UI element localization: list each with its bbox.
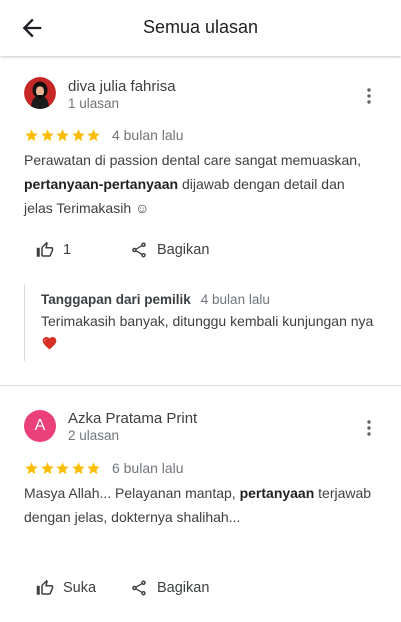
review-actions: 1	[36, 238, 71, 262]
author-name[interactable]: Azka Pratama Print	[68, 410, 197, 427]
review-text-highlight: pertanyaan-pertanyaan	[24, 176, 179, 192]
owner-reply-message: Terimakasih banyak, ditunggu kembali kun…	[41, 313, 374, 329]
like-button[interactable]: 1	[36, 241, 71, 259]
review-time: 6 bulan lalu	[111, 460, 184, 476]
page-title: Semua ulasan	[142, 17, 259, 37]
star-icon	[25, 461, 38, 474]
review-text: Perawatan di passion dental care sangat …	[24, 148, 374, 220]
star-icon	[87, 461, 101, 474]
rating-row: 6 bulan lalu	[24, 459, 184, 477]
star-icon	[40, 128, 54, 141]
author-name[interactable]: diva julia fahrisa	[68, 78, 176, 95]
heart-icon	[42, 337, 57, 350]
star-icon	[87, 128, 101, 141]
review-time: 4 bulan lalu	[111, 127, 184, 143]
star-icon	[72, 128, 85, 141]
thumb-up-icon	[36, 579, 54, 595]
more-options-button[interactable]	[360, 85, 378, 107]
author-review-count: 1 ulasan	[68, 96, 120, 111]
avatar[interactable]	[24, 77, 56, 109]
review-text: Masya Allah... Pelayanan mantap, pertany…	[24, 481, 374, 529]
more-vert-icon	[367, 420, 371, 436]
star-icon	[25, 128, 38, 141]
more-vert-icon	[367, 88, 371, 104]
star-icon	[72, 461, 85, 474]
review-text-part: Perawatan di passion dental care sangat …	[24, 152, 361, 168]
thumb-up-icon	[36, 241, 54, 257]
share-button[interactable]: Bagikan	[130, 579, 209, 597]
owner-reply-time: 4 bulan lalu	[200, 292, 270, 307]
owner-reply-title: Tanggapan dari pemilik	[41, 292, 191, 307]
review-actions: Suka	[36, 576, 96, 600]
share-label: Bagikan	[157, 580, 210, 596]
owner-reply-text: Terimakasih banyak, ditunggu kembali kun…	[41, 311, 376, 353]
review-card: diva julia fahrisa 1 ulasan 4 bulan lalu…	[0, 56, 401, 385]
share-button[interactable]: Bagikan	[130, 241, 209, 259]
avatar-letter: A	[34, 417, 46, 434]
review-text-part: Masya Allah... Pelayanan mantap,	[24, 485, 240, 501]
author-review-count: 2 ulasan	[68, 428, 120, 443]
star-rating	[24, 128, 102, 143]
owner-reply: Tanggapan dari pemilik 4 bulan lalu Teri…	[24, 284, 374, 361]
star-rating	[24, 461, 102, 476]
star-icon	[56, 461, 69, 474]
star-icon	[40, 461, 54, 474]
share-icon	[132, 580, 146, 596]
review-card: A Azka Pratama Print 2 ulasan 6 bulan la…	[0, 386, 401, 622]
share-icon	[132, 242, 146, 258]
profile-photo-icon	[24, 77, 56, 109]
owner-reply-header: Tanggapan dari pemilik 4 bulan lalu	[41, 292, 374, 310]
like-count: 1	[63, 242, 72, 258]
star-icon	[56, 128, 69, 141]
top-app-bar: Semua ulasan	[0, 0, 401, 56]
share-label: Bagikan	[157, 242, 210, 258]
review-actions-share: Bagikan	[130, 238, 209, 262]
more-options-button[interactable]	[360, 417, 378, 439]
avatar[interactable]: A	[24, 410, 56, 442]
like-button[interactable]: Suka	[36, 579, 96, 597]
review-text-highlight: pertanyaan	[239, 485, 315, 501]
review-actions-share: Bagikan	[130, 576, 209, 600]
rating-row: 4 bulan lalu	[24, 126, 184, 144]
like-label: Suka	[63, 580, 97, 596]
